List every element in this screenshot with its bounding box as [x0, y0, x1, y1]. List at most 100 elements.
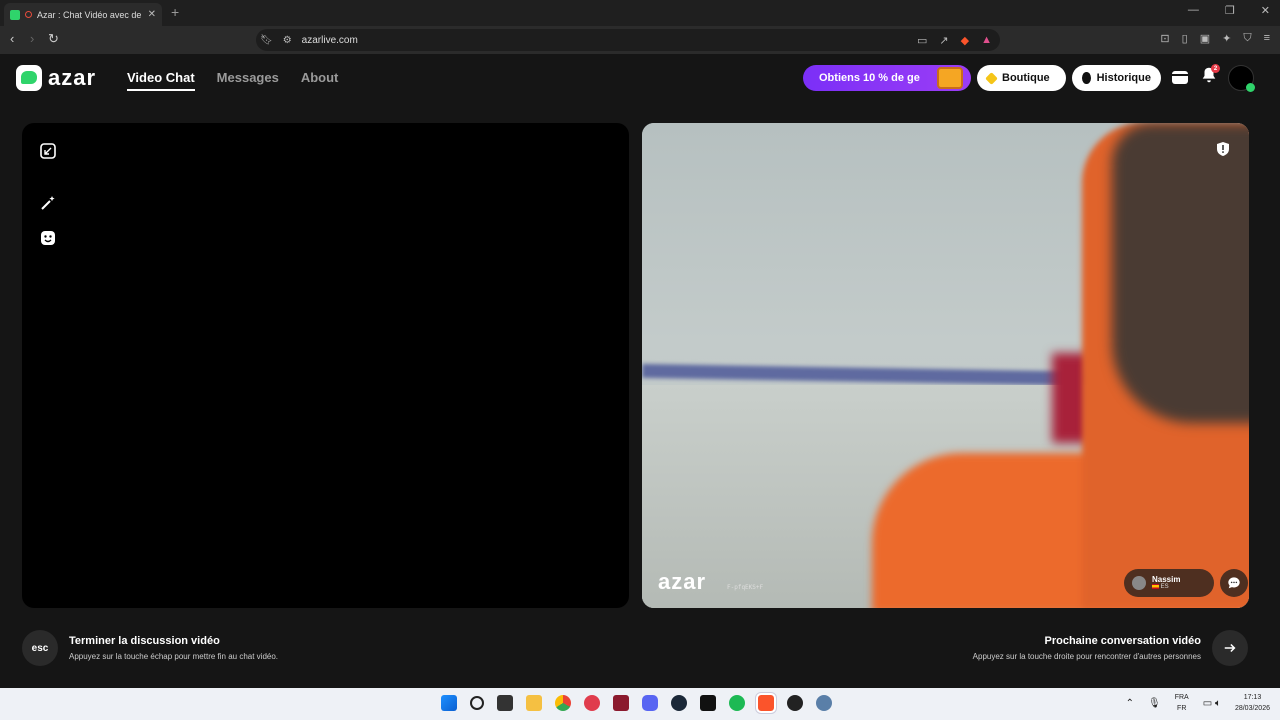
sticker-icon[interactable] — [40, 230, 56, 246]
wallet-icon[interactable]: ▣ — [1200, 32, 1210, 45]
language-top: FRA — [1174, 694, 1189, 701]
shop-label: Boutique — [1002, 72, 1050, 84]
browser-tab[interactable]: Azar : Chat Vidéo avec de no ✕ — [4, 3, 162, 26]
browser-toolbar: ‹ › ↻ 🔖︎ ⚙︎ azarlive.com ▭ ↗ ◆ ▲ ⊡ ▯ ▣ ✦… — [0, 26, 1280, 54]
sidebar-icon[interactable]: ▯ — [1182, 32, 1188, 45]
address-bar[interactable]: 🔖︎ ⚙︎ azarlive.com ▭ ↗ ◆ ▲ — [256, 29, 1000, 51]
forward-icon[interactable]: › — [30, 31, 34, 46]
report-icon[interactable] — [1215, 141, 1231, 157]
azar-favicon-icon — [10, 9, 20, 20]
nav-about[interactable]: About — [301, 70, 339, 91]
site-header: azar Video Chat Messages About Obtiens 1… — [0, 54, 1280, 102]
clock-date: 28/03/2026 — [1234, 705, 1270, 712]
partner-country-code: ES — [1160, 584, 1169, 591]
arrow-right-icon — [1224, 643, 1236, 653]
search-icon[interactable] — [470, 696, 484, 710]
notification-badge: 2 — [1211, 64, 1220, 73]
close-tab-icon[interactable]: ✕ — [148, 9, 156, 20]
leo-ai-icon[interactable]: ✦ — [1222, 32, 1231, 45]
minimize-window-icon[interactable]: — — [1188, 4, 1199, 17]
azar-logo-icon — [16, 65, 42, 91]
task-view-icon[interactable] — [497, 695, 513, 711]
settings-icon[interactable] — [816, 695, 832, 711]
recording-icon — [25, 11, 32, 18]
file-explorer-icon[interactable] — [526, 695, 542, 711]
obs-icon[interactable] — [787, 695, 803, 711]
history-button[interactable]: Historique — [1072, 65, 1161, 91]
promo-banner[interactable]: Obtiens 10 % de ge — [803, 65, 971, 91]
azar-watermark: azar — [658, 569, 707, 594]
nav-video-chat[interactable]: Video Chat — [127, 70, 195, 91]
brave-shield-icon[interactable]: ◆ — [961, 34, 969, 47]
network-volume-icon[interactable]: ▭ 🔈︎ — [1203, 698, 1221, 709]
steam-icon[interactable] — [671, 695, 687, 711]
share-icon[interactable]: ↗ — [939, 34, 948, 47]
logo-text: azar — [48, 65, 97, 90]
partner-video-panel: azar F-pfqEKS+F Nassim ES — [642, 123, 1249, 608]
gem-icon — [985, 71, 998, 85]
partner-profile-chip[interactable]: Nassim ES — [1124, 569, 1214, 597]
clock[interactable]: 17:13 28/03/2026 — [1235, 692, 1270, 714]
next-chat-title: Prochaine conversation vidéo — [1044, 635, 1202, 647]
video-person-hair — [1112, 123, 1249, 423]
bookmark-icon[interactable]: 🔖︎ — [260, 35, 273, 46]
chrome-icon[interactable] — [555, 695, 571, 711]
shop-button[interactable]: Boutique — [977, 65, 1066, 91]
partner-name: Nassim — [1152, 575, 1181, 585]
site-settings-icon[interactable]: ⚙︎ — [283, 35, 292, 46]
language-bottom: FR — [1177, 705, 1187, 712]
back-icon[interactable]: ‹ — [10, 31, 14, 46]
reload-icon[interactable]: ↻ — [48, 31, 59, 47]
inbox-icon[interactable] — [1170, 67, 1190, 87]
capcut-icon[interactable] — [700, 695, 716, 711]
minimize-icon[interactable] — [40, 143, 56, 159]
partner-country: ES — [1152, 584, 1180, 591]
menu-icon[interactable]: ≡ — [1264, 32, 1270, 45]
spotify-icon[interactable] — [729, 695, 745, 711]
watermark-code: F-pfqEKS+F — [727, 584, 764, 591]
end-chat-title: Terminer la discussion vidéo — [69, 635, 220, 647]
chevron-up-icon[interactable]: ⌃ — [1126, 698, 1134, 709]
windows-start-icon[interactable] — [441, 695, 457, 711]
profile-avatar[interactable] — [1228, 65, 1255, 92]
system-tray: ⌃ 🎙︎ FRA FR ▭ 🔈︎ 17:13 28/03/2026 — [1126, 692, 1270, 714]
cast-icon[interactable]: ▭ — [917, 34, 927, 47]
app-icon[interactable] — [584, 695, 600, 711]
browser-tab-bar: Azar : Chat Vidéo avec de no ✕ + — ❐ ✕ — [0, 0, 1280, 26]
brave-rewards-icon[interactable]: ▲ — [981, 34, 992, 47]
nav-messages[interactable]: Messages — [217, 70, 279, 91]
clock-time: 17:13 — [1243, 694, 1262, 701]
spain-flag-icon — [1152, 584, 1159, 590]
url-text: azarlive.com — [301, 34, 358, 46]
discord-icon[interactable] — [642, 695, 658, 711]
next-chat-button[interactable] — [1212, 630, 1248, 666]
online-status-icon — [1246, 83, 1255, 92]
magic-wand-icon[interactable] — [40, 195, 56, 211]
maximize-window-icon[interactable]: ❐ — [1225, 4, 1235, 17]
main-nav: Video Chat Messages About — [127, 70, 338, 91]
window-controls: — ❐ ✕ — [1188, 4, 1270, 17]
treasure-chest-icon — [937, 67, 963, 89]
close-window-icon[interactable]: ✕ — [1261, 4, 1270, 17]
vpn-icon[interactable]: ⛉ — [1243, 32, 1251, 45]
taskbar-apps — [441, 693, 832, 713]
esc-button[interactable]: esc — [22, 630, 58, 666]
brave-icon[interactable] — [756, 693, 776, 713]
notifications-button[interactable]: 2 — [1200, 64, 1220, 86]
history-label: Historique — [1096, 72, 1151, 84]
screenshot-icon[interactable]: ⊡ — [1160, 32, 1169, 45]
next-chat-subtitle: Appuyez sur la touche droite pour rencon… — [972, 652, 1201, 661]
input-language[interactable]: FRA FR — [1175, 692, 1189, 714]
chat-button[interactable] — [1220, 569, 1248, 597]
new-tab-button[interactable]: + — [171, 4, 179, 20]
microphone-icon[interactable]: 🎙︎ — [1148, 698, 1161, 709]
os-taskbar: ⌃ 🎙︎ FRA FR ▭ 🔈︎ 17:13 28/03/2026 — [0, 688, 1280, 720]
clock-icon — [1082, 72, 1091, 84]
affinity-icon[interactable] — [613, 695, 629, 711]
partner-avatar — [1132, 576, 1146, 590]
azar-logo[interactable]: azar — [16, 65, 96, 91]
chat-bubble-icon — [1228, 577, 1240, 589]
end-chat-subtitle: Appuyez sur la touche échap pour mettre … — [69, 652, 279, 661]
browser-right-tools: ⊡ ▯ ▣ ✦ ⛉ ≡ — [1160, 32, 1270, 45]
tab-title: Azar : Chat Vidéo avec de no — [37, 9, 143, 20]
